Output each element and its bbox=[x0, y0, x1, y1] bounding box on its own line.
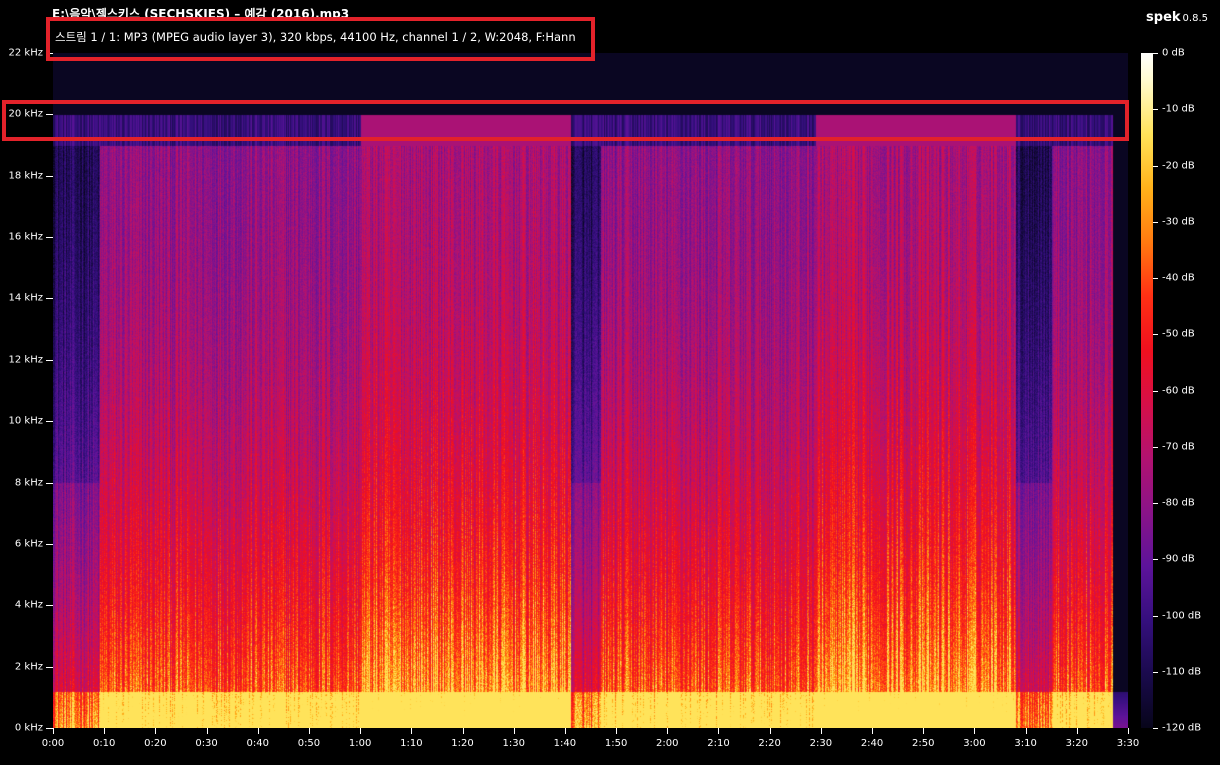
db-tick-label: -60 dB bbox=[1162, 385, 1195, 396]
time-tick-label: 0:30 bbox=[195, 738, 218, 749]
time-tick-mark bbox=[974, 728, 976, 734]
freq-tick-mark bbox=[46, 728, 53, 729]
time-tick-mark bbox=[769, 728, 771, 734]
time-tick-label: 0:50 bbox=[297, 738, 321, 749]
freq-tick-label: 4 kHz bbox=[14, 599, 43, 611]
db-tick-mark bbox=[1153, 165, 1158, 167]
db-tick-mark bbox=[1153, 221, 1158, 223]
db-tick-label: -100 dB bbox=[1162, 610, 1202, 621]
db-tick-label: 0 dB bbox=[1162, 47, 1185, 59]
db-tick-mark bbox=[1153, 615, 1158, 617]
freq-tick-mark bbox=[46, 237, 53, 239]
time-tick-mark bbox=[411, 728, 413, 734]
db-tick-label: -80 dB bbox=[1162, 497, 1195, 509]
db-tick-label: -40 dB bbox=[1162, 272, 1195, 284]
time-tick-label: 2:50 bbox=[912, 738, 935, 749]
db-tick-mark bbox=[1153, 503, 1158, 504]
time-tick-label: 0:40 bbox=[246, 738, 269, 749]
freq-tick-label: 12 kHz bbox=[8, 354, 43, 366]
db-tick-label: -20 dB bbox=[1162, 160, 1195, 171]
db-tick-mark bbox=[1153, 390, 1158, 392]
colorbar bbox=[1141, 53, 1153, 728]
spectrogram-plot[interactable] bbox=[53, 53, 1128, 728]
time-tick-mark bbox=[923, 728, 925, 734]
time-tick-mark bbox=[513, 728, 515, 734]
freq-tick-mark bbox=[46, 543, 53, 545]
time-tick-label: 3:20 bbox=[1065, 738, 1089, 749]
freq-tick-label: 16 kHz bbox=[8, 231, 43, 243]
db-tick-label: -10 dB bbox=[1162, 103, 1195, 115]
time-tick-mark bbox=[1025, 728, 1027, 734]
highlight-cutoff-box bbox=[2, 100, 1129, 141]
time-tick-label: 0:10 bbox=[92, 738, 116, 749]
time-tick-mark bbox=[718, 728, 720, 734]
time-tick-label: 3:30 bbox=[1116, 738, 1140, 749]
freq-tick-label: 0 kHz bbox=[14, 722, 43, 734]
db-tick-label: -70 dB bbox=[1162, 441, 1195, 453]
freq-tick-mark bbox=[46, 359, 53, 361]
freq-tick-mark bbox=[46, 175, 53, 177]
time-tick-mark bbox=[104, 728, 106, 734]
freq-tick-mark bbox=[46, 421, 53, 423]
freq-tick-mark bbox=[46, 482, 53, 484]
db-tick-mark bbox=[1153, 334, 1158, 336]
freq-tick-label: 8 kHz bbox=[14, 477, 43, 489]
time-tick-mark bbox=[1128, 728, 1129, 734]
time-tick-label: 1:00 bbox=[348, 738, 372, 749]
time-tick-label: 1:10 bbox=[400, 738, 423, 749]
freq-tick-label: 18 kHz bbox=[8, 170, 43, 182]
time-tick-label: 2:40 bbox=[860, 738, 884, 749]
freq-tick-label: 10 kHz bbox=[8, 415, 43, 427]
freq-tick-mark bbox=[46, 605, 53, 607]
freq-tick-mark bbox=[46, 298, 53, 300]
time-tick-label: 1:30 bbox=[502, 738, 525, 749]
db-tick-mark bbox=[1153, 53, 1158, 54]
time-tick-label: 3:10 bbox=[1014, 738, 1037, 749]
db-tick-label: -50 dB bbox=[1162, 328, 1195, 340]
time-tick-label: 3:00 bbox=[963, 738, 986, 749]
highlight-stream-info-box bbox=[46, 17, 595, 61]
time-tick-mark bbox=[308, 728, 310, 734]
time-tick-label: 0:20 bbox=[144, 738, 167, 749]
db-tick-mark bbox=[1153, 728, 1158, 729]
time-tick-mark bbox=[872, 728, 874, 734]
time-tick-label: 1:20 bbox=[451, 738, 474, 749]
time-tick-mark bbox=[1076, 728, 1078, 734]
freq-tick-label: 22 kHz bbox=[8, 47, 43, 59]
time-tick-mark bbox=[820, 728, 822, 734]
time-tick-mark bbox=[667, 728, 669, 734]
time-tick-label: 0:00 bbox=[41, 738, 65, 749]
db-tick-label: -90 dB bbox=[1162, 553, 1195, 565]
freq-tick-label: 6 kHz bbox=[14, 538, 43, 550]
time-tick-mark bbox=[462, 728, 464, 734]
db-tick-mark bbox=[1153, 278, 1158, 279]
time-tick-mark bbox=[360, 728, 362, 734]
app-name: spek bbox=[1146, 10, 1181, 25]
spectrogram-canvas bbox=[53, 53, 1128, 728]
db-tick-mark bbox=[1153, 671, 1158, 673]
time-tick-mark bbox=[564, 728, 566, 734]
app-brand: spek 0.8.5 bbox=[1146, 6, 1208, 25]
time-tick-label: 1:40 bbox=[553, 738, 577, 749]
time-tick-label: 2:00 bbox=[656, 738, 679, 749]
app-version: 0.8.5 bbox=[1182, 13, 1208, 24]
time-tick-label: 2:30 bbox=[809, 738, 833, 749]
db-tick-mark bbox=[1153, 109, 1158, 111]
freq-tick-mark bbox=[46, 666, 53, 668]
time-tick-label: 1:50 bbox=[604, 738, 628, 749]
time-tick-label: 2:10 bbox=[707, 738, 730, 749]
time-tick-mark bbox=[257, 728, 259, 734]
time-tick-mark bbox=[155, 728, 157, 734]
time-tick-mark bbox=[206, 728, 208, 734]
db-tick-label: -30 dB bbox=[1162, 216, 1195, 228]
db-tick-mark bbox=[1153, 559, 1158, 561]
time-tick-label: 2:20 bbox=[758, 738, 781, 749]
db-tick-label: -120 dB bbox=[1162, 722, 1202, 734]
db-tick-label: -110 dB bbox=[1162, 666, 1202, 678]
time-tick-mark bbox=[616, 728, 618, 734]
db-tick-mark bbox=[1153, 446, 1158, 448]
freq-tick-label: 2 kHz bbox=[14, 661, 43, 673]
freq-tick-label: 14 kHz bbox=[8, 292, 43, 304]
time-tick-mark bbox=[53, 728, 54, 734]
